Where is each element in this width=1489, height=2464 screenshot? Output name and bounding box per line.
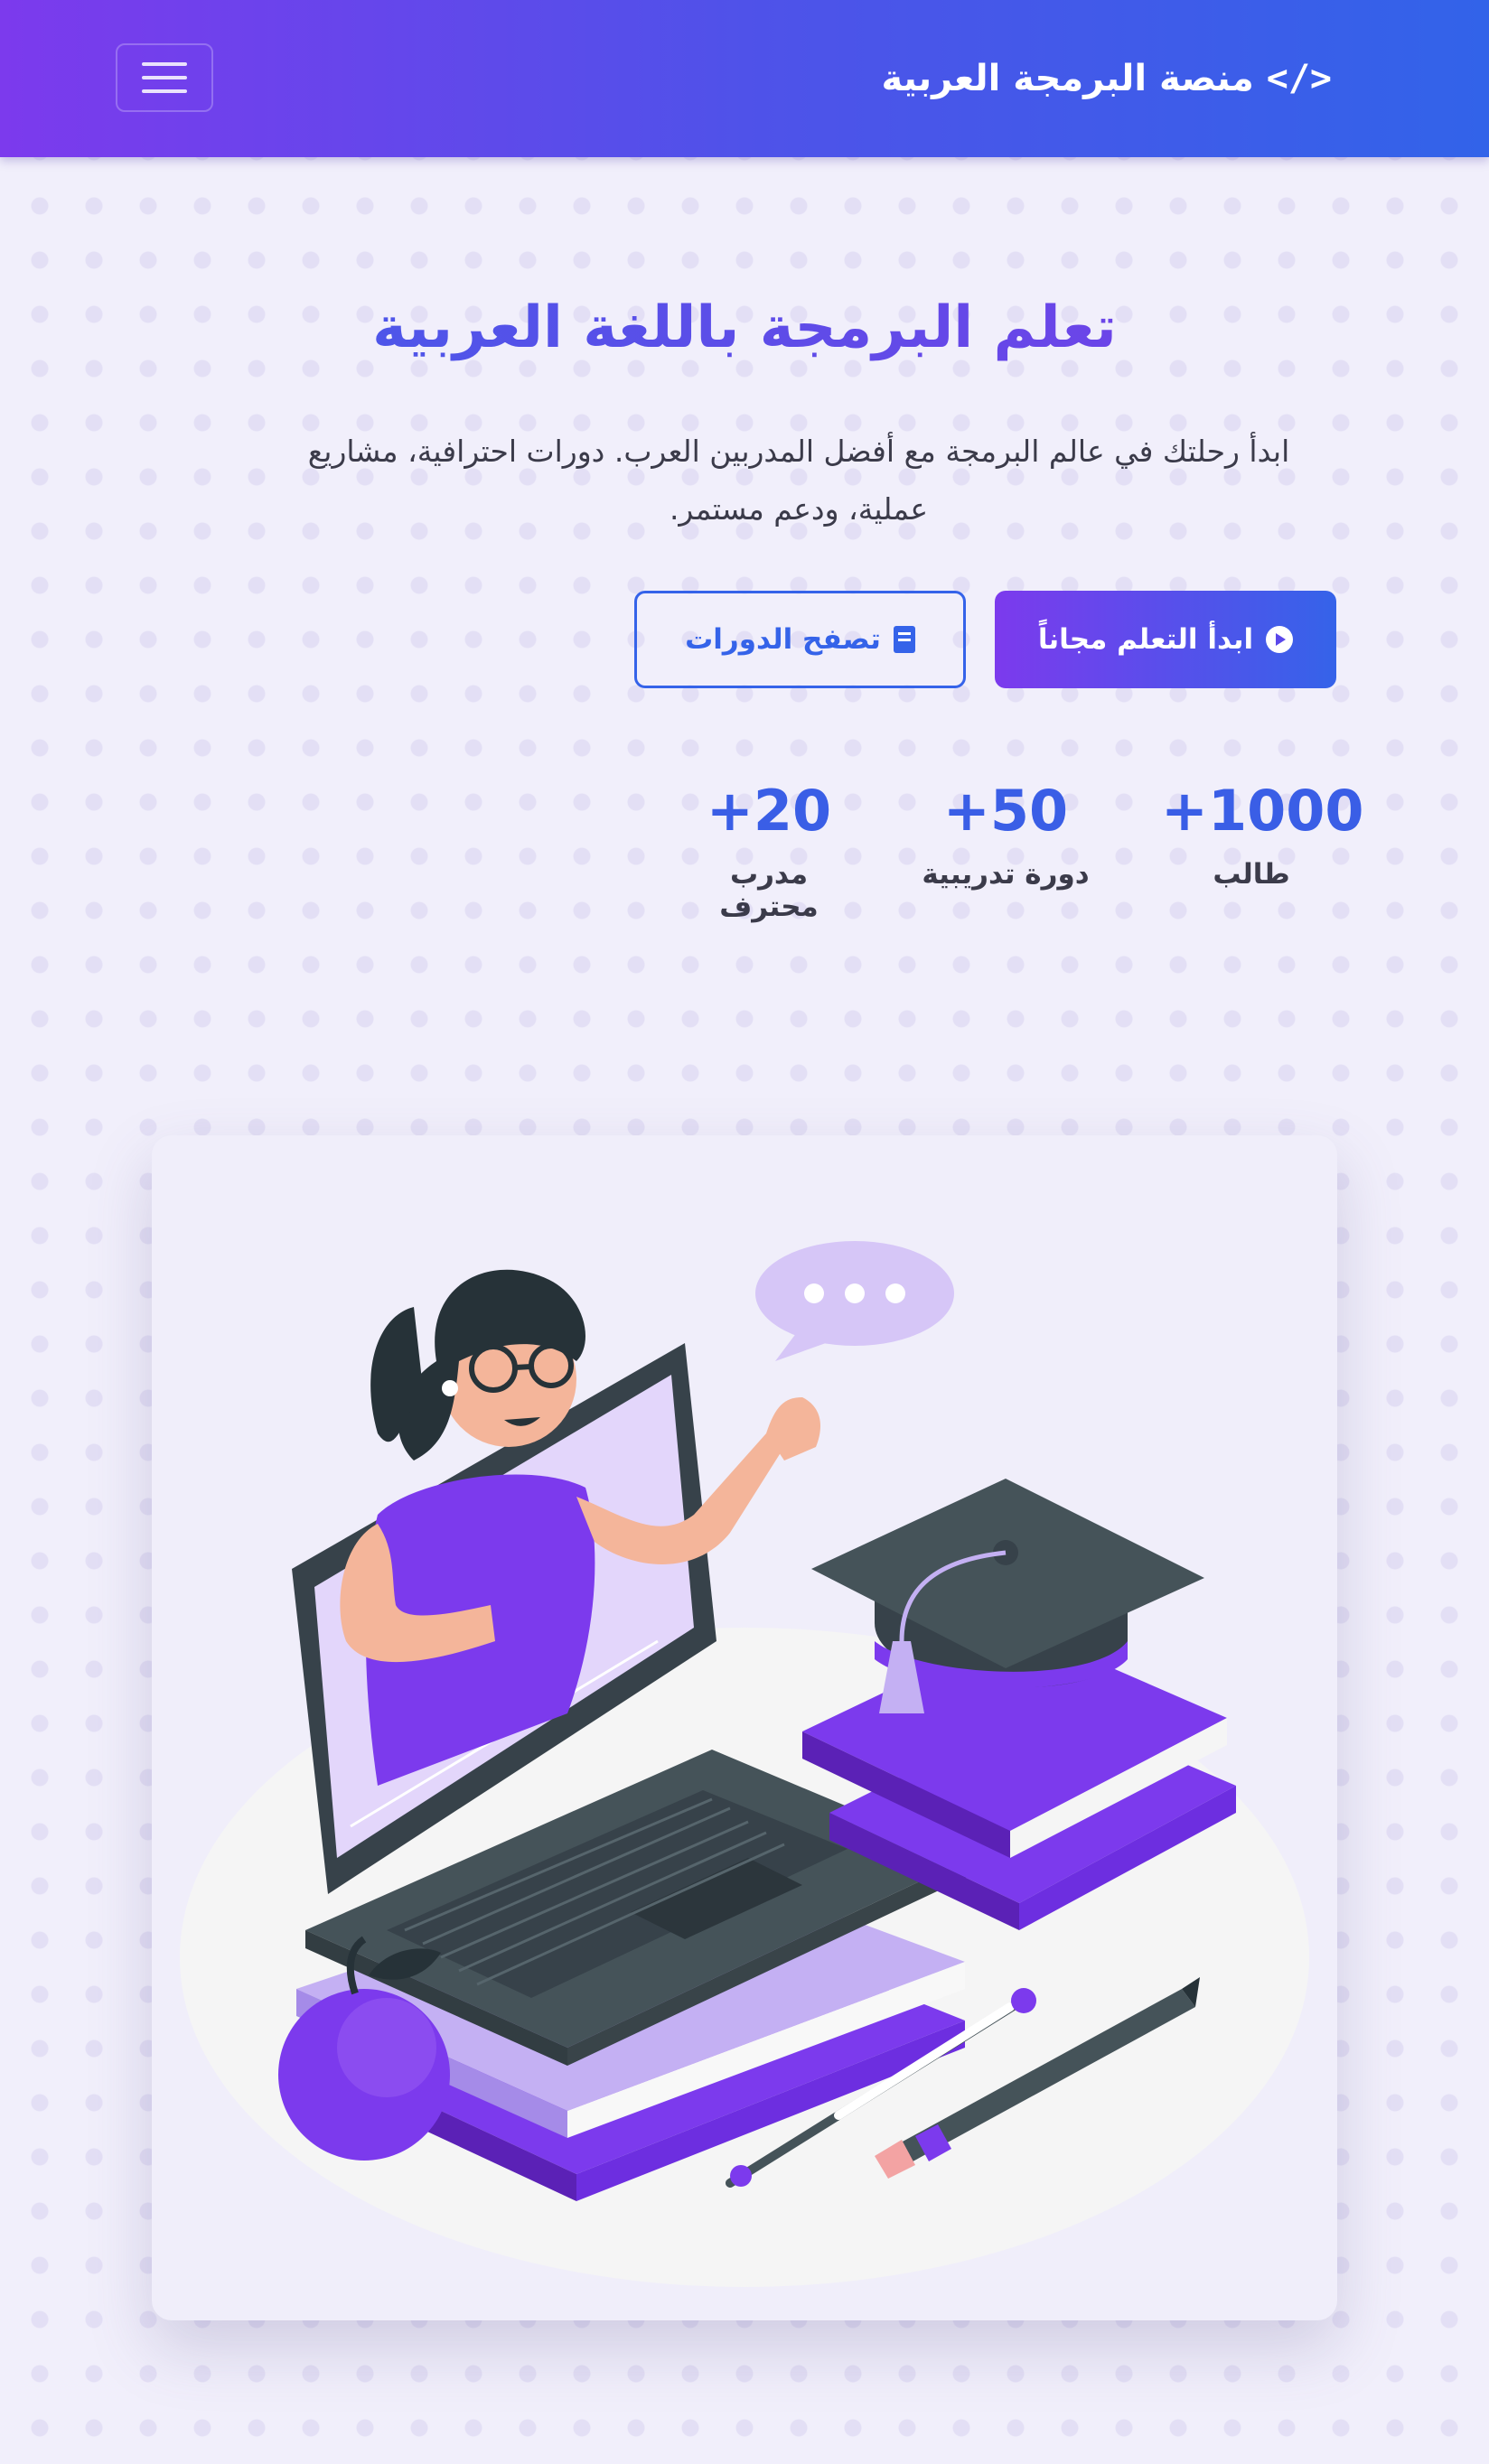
browse-courses-label: تصفح الدورات bbox=[685, 623, 881, 656]
brand-logo[interactable]: </> منصة البرمجة العربية bbox=[882, 47, 1332, 110]
hero-illustration-card bbox=[152, 1135, 1337, 2320]
stat-label: دورة تدريبية bbox=[922, 858, 1090, 891]
stat-label: مدرب محترف bbox=[719, 858, 819, 923]
stat-students: +1000 طالب bbox=[1161, 777, 1364, 891]
stat-label: طالب bbox=[1213, 858, 1290, 891]
speech-bubble-icon bbox=[755, 1241, 954, 1361]
navbar: </> منصة البرمجة العربية bbox=[0, 0, 1489, 157]
stat-number: +50 bbox=[942, 778, 1069, 844]
code-icon: </> bbox=[1266, 58, 1332, 99]
hero-description: ابدأ رحلتك في عالم البرمجة مع أفضل المدر… bbox=[307, 434, 1290, 527]
book-icon bbox=[893, 626, 915, 653]
start-learning-button[interactable]: ابدأ التعلم مجاناً bbox=[995, 591, 1336, 688]
stat-courses: +50 دورة تدريبية bbox=[915, 777, 1096, 891]
stat-number: +20 bbox=[706, 778, 832, 844]
stat-trainers: +20 مدرب محترف bbox=[679, 777, 859, 923]
hero-title: تعلم البرمجة باللغة العربية bbox=[0, 287, 1489, 369]
play-circle-icon bbox=[1266, 626, 1294, 653]
stat-number: +1000 bbox=[1161, 778, 1364, 844]
hamburger-menu-icon bbox=[142, 62, 187, 66]
brand-name: منصة البرمجة العربية bbox=[881, 58, 1254, 99]
browse-courses-button[interactable]: تصفح الدورات bbox=[634, 591, 966, 688]
start-learning-label: ابدأ التعلم مجاناً bbox=[1037, 623, 1254, 656]
online-learning-illustration bbox=[180, 1241, 1309, 2287]
hamburger-menu-button[interactable] bbox=[116, 43, 213, 112]
